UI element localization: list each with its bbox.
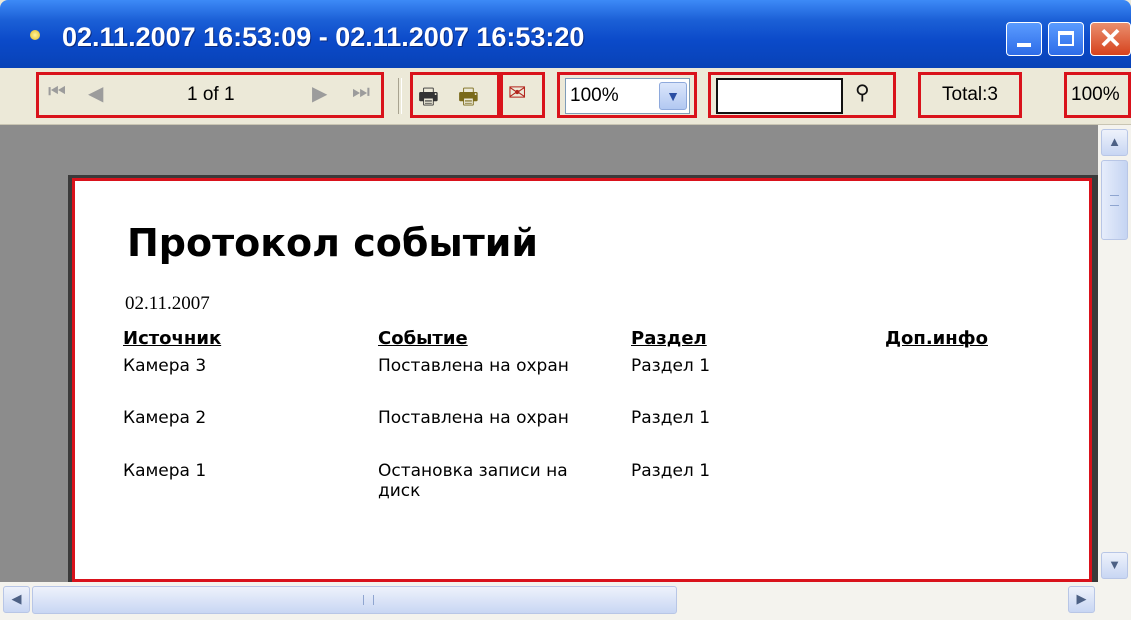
maximize-button[interactable]	[1048, 22, 1084, 56]
scroll-left-button[interactable]: ◀	[3, 586, 30, 613]
column-header-event: Событие	[378, 328, 468, 349]
chevron-down-icon[interactable]: ▼	[659, 82, 687, 110]
column-header-source: Источник	[123, 328, 222, 349]
minimize-button[interactable]	[1006, 22, 1042, 56]
grip-icon	[363, 595, 374, 605]
export-icon[interactable]: ✉	[508, 80, 526, 106]
report-viewport: Протокол событий 02.11.2007 Источник Соб…	[0, 125, 1098, 582]
report-page: Протокол событий 02.11.2007 Источник Соб…	[72, 178, 1092, 582]
next-page-icon[interactable]: ▶	[312, 81, 327, 106]
search-input[interactable]	[716, 78, 843, 114]
minimize-icon	[1017, 43, 1031, 47]
app-icon	[30, 30, 40, 40]
row-1-event: Поставлена на охран	[378, 356, 569, 376]
row-2-event: Поставлена на охран	[378, 408, 569, 428]
report-toolbar: ⏮ ◀ 1 of 1 ▶ ⏭ 🖶 🖶 ✉ 100% ▼ ⚲ Total:3 10…	[0, 68, 1131, 125]
toolbar-separator	[398, 78, 402, 114]
report-title: Протокол событий	[127, 221, 539, 265]
report-date: 02.11.2007	[125, 293, 210, 314]
page-indicator: 1 of 1	[187, 84, 235, 105]
zoom-value: 100%	[570, 85, 619, 106]
total-count: Total:3	[942, 84, 998, 105]
row-2-section: Раздел 1	[631, 408, 711, 428]
row-1-source: Камера 3	[123, 356, 207, 376]
scroll-right-button[interactable]: ▶	[1068, 586, 1095, 613]
close-icon: ✕	[1098, 23, 1123, 54]
row-2-source: Камера 2	[123, 408, 207, 428]
first-page-icon[interactable]: ⏮	[48, 81, 66, 104]
window-title: 02.11.2007 16:53:09 - 02.11.2007 16:53:2…	[62, 22, 585, 52]
vertical-scroll-thumb[interactable]	[1101, 160, 1128, 240]
horizontal-scrollbar[interactable]: ◀ ▶	[0, 582, 1131, 620]
last-page-icon[interactable]: ⏭	[352, 81, 370, 104]
printer-icon[interactable]: 🖶	[418, 80, 439, 118]
horizontal-scroll-thumb[interactable]	[32, 586, 677, 614]
title-bar: 02.11.2007 16:53:09 - 02.11.2007 16:53:2…	[0, 0, 1131, 68]
binoculars-icon[interactable]: ⚲	[855, 80, 870, 105]
scroll-up-button[interactable]: ▲	[1101, 129, 1128, 156]
row-1-section: Раздел 1	[631, 356, 711, 376]
printer-setup-icon[interactable]: 🖶	[458, 80, 479, 118]
row-3-source: Камера 1	[123, 461, 207, 481]
prev-page-icon[interactable]: ◀	[88, 81, 103, 106]
grip-icon	[1110, 195, 1119, 206]
row-3-event: Остановка записи на диск	[378, 461, 568, 501]
vertical-scrollbar[interactable]: ▲ ▼	[1098, 125, 1131, 582]
close-button[interactable]: ✕	[1090, 22, 1131, 56]
zoom-percent: 100%	[1071, 84, 1120, 105]
column-header-section: Раздел	[631, 328, 707, 349]
scroll-down-button[interactable]: ▼	[1101, 552, 1128, 579]
maximize-icon	[1058, 31, 1074, 46]
column-header-info: Доп.инфо	[885, 328, 988, 349]
zoom-select[interactable]: 100% ▼	[565, 78, 690, 114]
row-3-section: Раздел 1	[631, 461, 711, 481]
